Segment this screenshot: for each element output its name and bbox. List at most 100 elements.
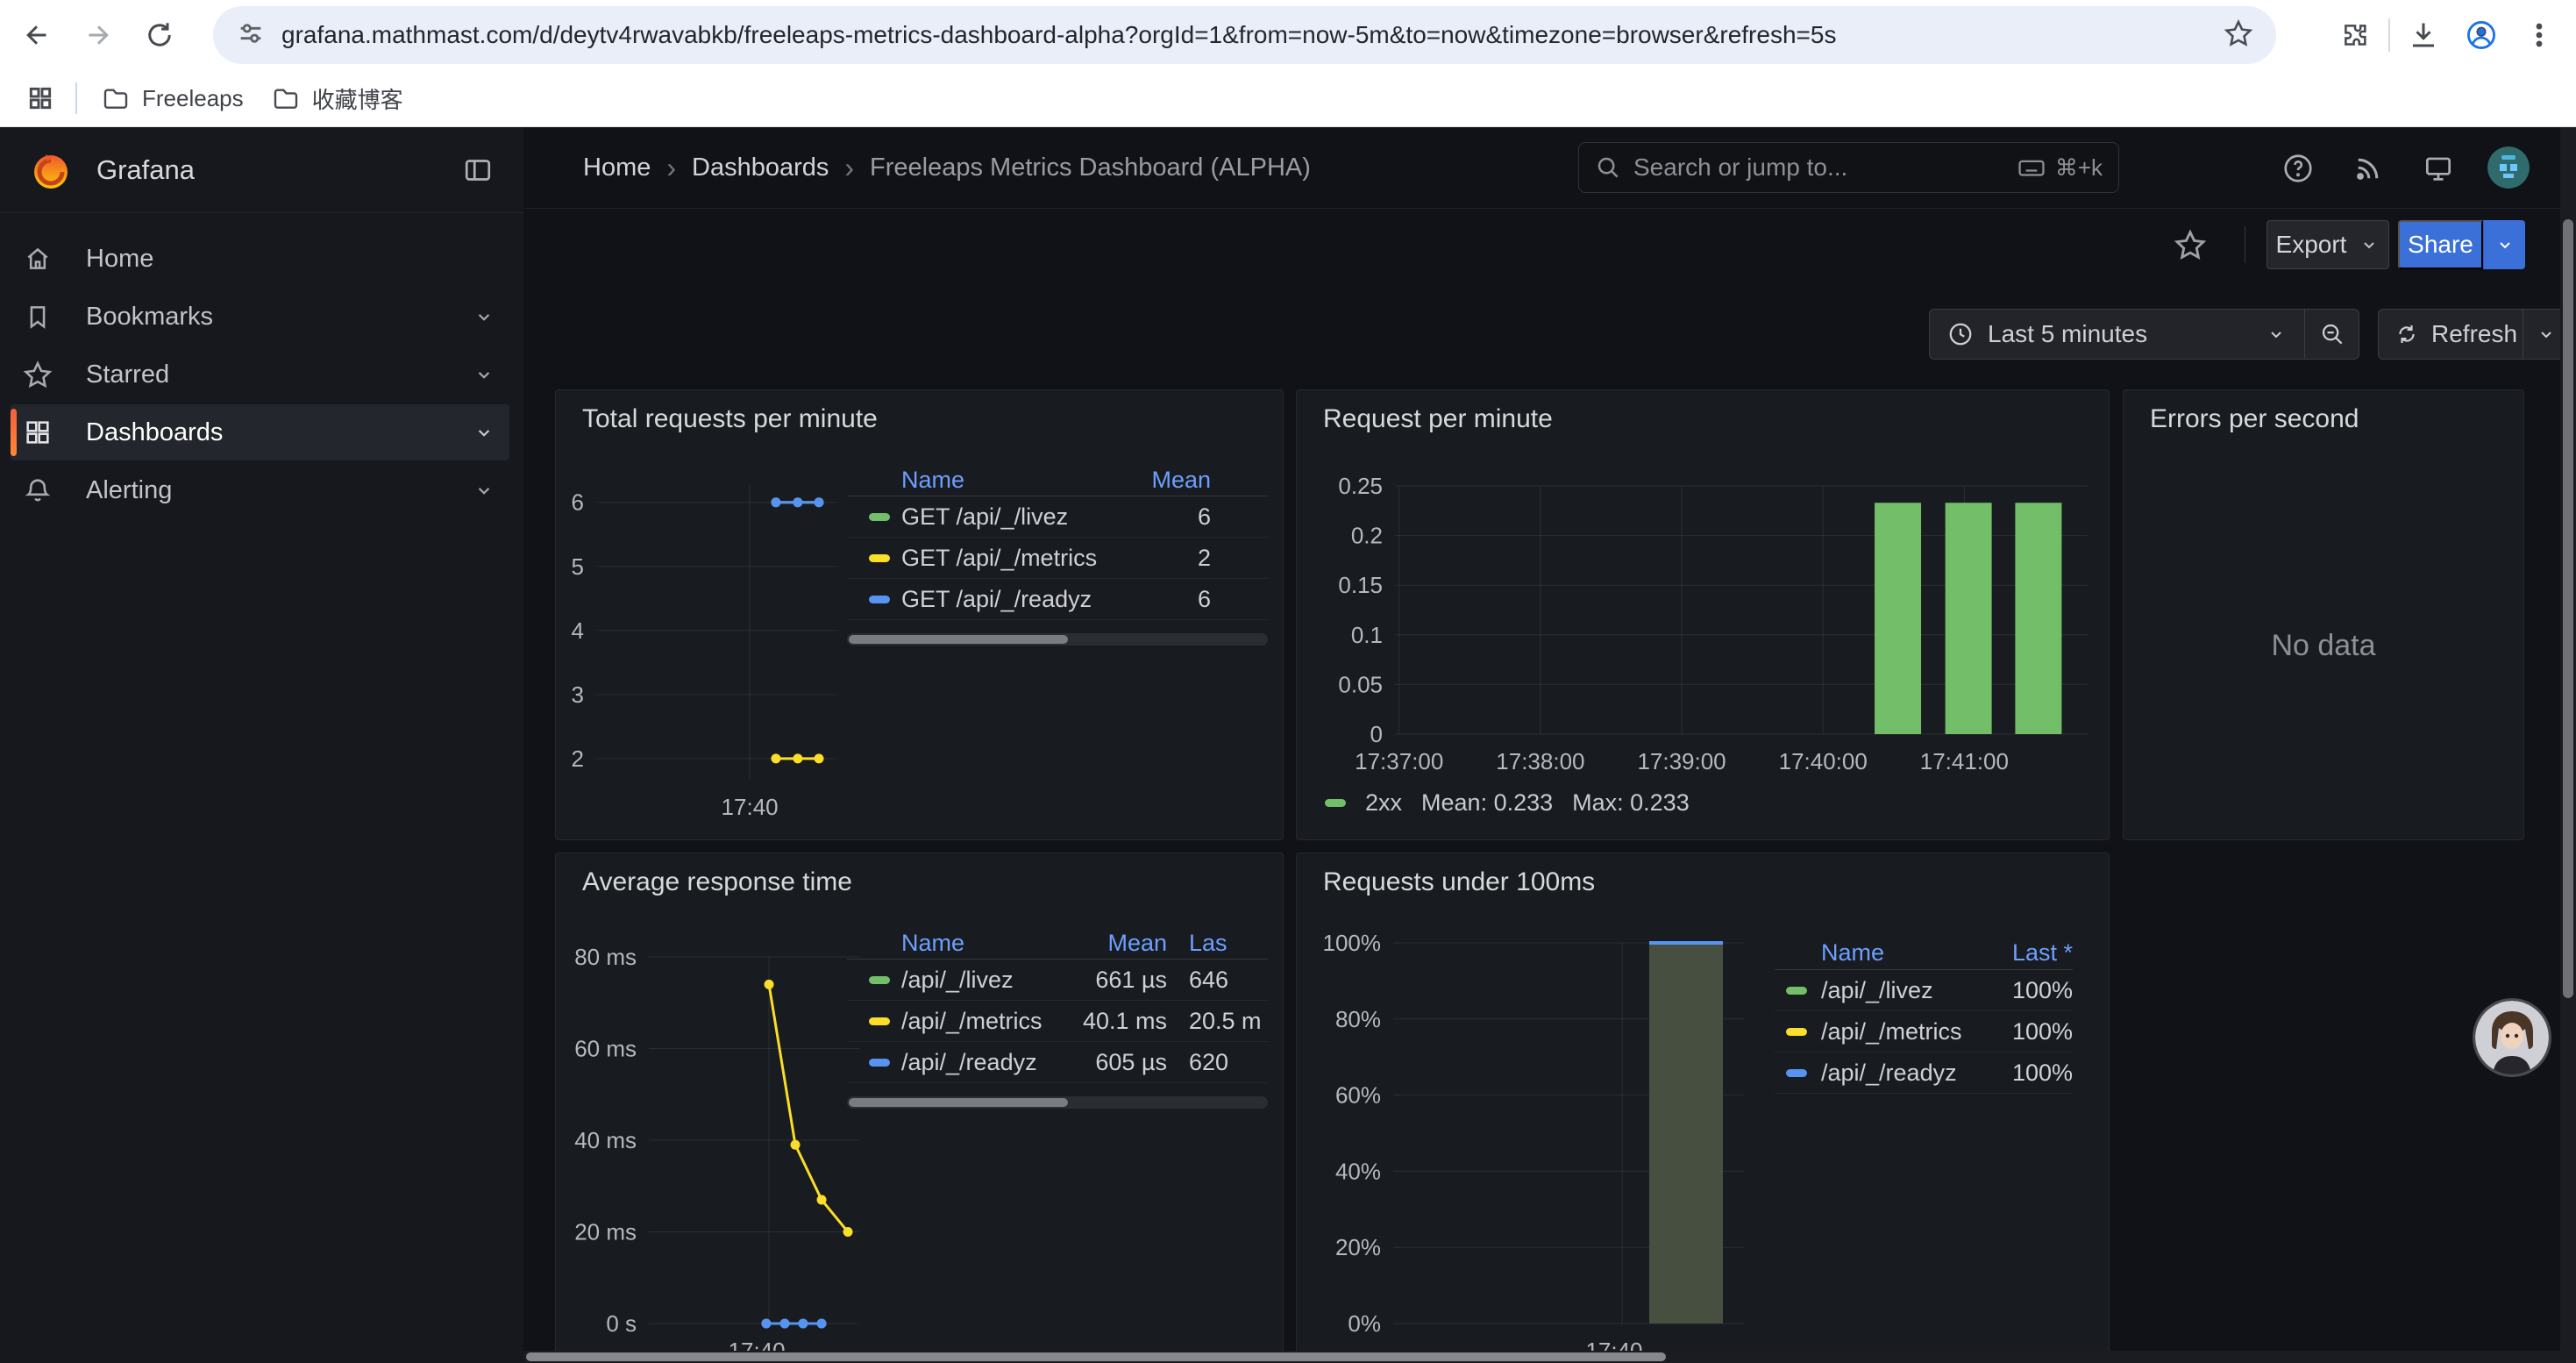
downloads-icon[interactable]: [2399, 11, 2448, 60]
refresh-button[interactable]: Refresh: [2379, 310, 2523, 359]
series-color-pill: [1325, 799, 1346, 807]
search-shortcut: ⌘+k: [2017, 153, 2103, 182]
column-header-last[interactable]: Las: [1189, 930, 1268, 957]
extensions-icon[interactable]: [2330, 11, 2380, 60]
share-button[interactable]: Share: [2398, 220, 2483, 269]
url-text[interactable]: grafana.mathmast.com/d/deytv4rwavabkb/fr…: [281, 21, 2224, 49]
breadcrumb-dashboards[interactable]: Dashboards: [692, 153, 829, 182]
series-name[interactable]: /api/_/metrics: [901, 1008, 1066, 1035]
series-last: 20.5 m: [1189, 1008, 1268, 1035]
bookmark-folder-freeleaps[interactable]: Freeleaps: [88, 77, 258, 119]
chevron-down-icon[interactable]: [473, 363, 495, 386]
reload-button[interactable]: [135, 11, 184, 60]
chevron-down-icon: [2266, 324, 2287, 345]
forward-button[interactable]: [74, 11, 123, 60]
help-icon[interactable]: [2278, 148, 2318, 189]
profile-icon[interactable]: [2457, 11, 2506, 60]
search-input[interactable]: Search or jump to... ⌘+k: [1578, 142, 2119, 193]
table-row[interactable]: /api/_/metrics 40.1 ms 20.5 m: [847, 1001, 1268, 1042]
request-per-minute-chart[interactable]: 0.250.20.150.10.05017:37:0017:38:0017:39…: [1297, 390, 2110, 840]
news-rss-icon[interactable]: [2348, 148, 2388, 189]
menu-kebab-icon[interactable]: [2515, 11, 2564, 60]
bookmark-label: Freeleaps: [142, 85, 244, 112]
table-row[interactable]: /api/_/livez 100%: [1775, 970, 2073, 1011]
sidebar-item-alerting[interactable]: Alerting: [11, 462, 509, 518]
chevron-down-icon[interactable]: [473, 305, 495, 328]
series-name[interactable]: /api/_/livez: [901, 967, 1066, 994]
series-name[interactable]: /api/_/readyz: [1821, 1060, 1989, 1087]
chevron-down-icon[interactable]: [473, 421, 495, 444]
time-range-picker[interactable]: Last 5 minutes: [1930, 310, 2304, 359]
column-header-mean[interactable]: Mean: [1066, 930, 1167, 957]
bookmark-star-icon[interactable]: [2224, 18, 2253, 53]
panel-errors-per-second: Errors per second No data: [2123, 389, 2524, 840]
column-header-last[interactable]: Last *: [1989, 939, 2073, 967]
folder-icon: [102, 84, 130, 112]
chart-legend: 2xx Mean: 0.233 Max: 0.233: [1325, 789, 1690, 817]
column-header-name[interactable]: Name: [901, 467, 1114, 494]
svg-text:5: 5: [572, 553, 584, 580]
column-header-name[interactable]: Name: [1821, 939, 1989, 967]
brand-title[interactable]: Grafana: [96, 154, 195, 186]
table-row[interactable]: /api/_/livez 661 µs 646: [847, 960, 1268, 1001]
breadcrumb-home[interactable]: Home: [583, 153, 651, 182]
scrollbar-thumb[interactable]: [526, 1352, 1666, 1361]
apps-grid-icon[interactable]: [16, 74, 65, 123]
assistant-avatar[interactable]: [2475, 1001, 2549, 1074]
svg-text:60 ms: 60 ms: [574, 1036, 637, 1062]
scrollbar-thumb[interactable]: [2563, 219, 2573, 998]
dock-menu-icon[interactable]: [462, 154, 494, 186]
chevron-down-icon[interactable]: [473, 479, 495, 502]
kiosk-monitor-icon[interactable]: [2418, 148, 2459, 189]
sidebar-item-label: Dashboards: [86, 418, 473, 447]
breadcrumb-separator: ›: [844, 152, 854, 184]
column-header-mean[interactable]: Mean: [1114, 467, 1211, 494]
refresh-group: Refresh: [2378, 309, 2569, 360]
series-last: 100%: [1989, 977, 2073, 1004]
panel-title[interactable]: Errors per second: [2150, 404, 2359, 434]
series-name[interactable]: GET /api/_/metrics: [901, 545, 1114, 572]
sidebar-item-label: Starred: [86, 360, 473, 389]
share-dropdown-button[interactable]: [2483, 220, 2525, 269]
scrollbar-thumb[interactable]: [849, 1098, 1068, 1107]
url-bar[interactable]: grafana.mathmast.com/d/deytv4rwavabkb/fr…: [213, 6, 2276, 64]
scrollbar-thumb[interactable]: [849, 635, 1068, 644]
no-data-message: No data: [2124, 629, 2523, 663]
svg-text:80%: 80%: [1335, 1006, 1381, 1032]
column-header-name[interactable]: Name: [901, 930, 1066, 957]
table-row[interactable]: GET /api/_/metrics 2: [847, 538, 1268, 579]
sidebar-item-home[interactable]: Home: [11, 231, 509, 287]
panel-request-per-minute: Request per minute 0.250.20.150.10.05017…: [1296, 389, 2110, 840]
series-name[interactable]: /api/_/metrics: [1821, 1018, 1989, 1045]
sidebar-item-bookmarks[interactable]: Bookmarks: [11, 289, 509, 345]
sidebar-item-starred[interactable]: Starred: [11, 346, 509, 403]
export-button[interactable]: Export: [2266, 220, 2389, 269]
zoom-out-button[interactable]: [2304, 310, 2359, 359]
requests-under-100ms-chart[interactable]: 100%80%60%40%20%0%17:40: [1297, 853, 2110, 1363]
svg-text:17:41:00: 17:41:00: [1920, 748, 2009, 774]
favorite-star-icon[interactable]: [2171, 225, 2210, 264]
table-row[interactable]: GET /api/_/readyz 6: [847, 579, 1268, 620]
sidebar-item-dashboards[interactable]: Dashboards: [11, 404, 509, 460]
site-settings-icon[interactable]: [236, 18, 266, 53]
table-row[interactable]: /api/_/metrics 100%: [1775, 1011, 2073, 1053]
chevron-down-icon: [2536, 324, 2557, 345]
legend-series-name[interactable]: 2xx: [1365, 789, 1402, 817]
search-icon: [1595, 154, 1621, 181]
back-button[interactable]: [12, 11, 61, 60]
table-row[interactable]: /api/_/readyz 100%: [1775, 1053, 2073, 1094]
bookmark-folder-blogs[interactable]: 收藏博客: [258, 77, 417, 119]
breadcrumb-current: Freeleaps Metrics Dashboard (ALPHA): [870, 153, 1311, 182]
series-name[interactable]: GET /api/_/readyz: [901, 586, 1114, 613]
grafana-logo[interactable]: [30, 149, 72, 191]
sidebar-item-label: Bookmarks: [86, 303, 473, 332]
table-row[interactable]: /api/_/readyz 605 µs 620: [847, 1042, 1268, 1083]
svg-text:60%: 60%: [1335, 1082, 1381, 1109]
series-name[interactable]: /api/_/livez: [1821, 977, 1989, 1004]
user-avatar[interactable]: [2487, 146, 2530, 189]
svg-text:2: 2: [572, 746, 584, 772]
series-name[interactable]: GET /api/_/livez: [901, 503, 1114, 531]
series-mean: 40.1 ms: [1066, 1008, 1167, 1035]
series-name[interactable]: /api/_/readyz: [901, 1049, 1066, 1076]
table-row[interactable]: GET /api/_/livez 6: [847, 496, 1268, 538]
